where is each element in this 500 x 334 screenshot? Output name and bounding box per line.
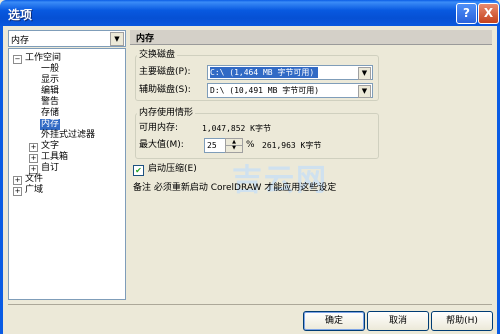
tree-item-general[interactable]: 一般 — [41, 64, 59, 75]
tree-item-plugins[interactable]: 外挂式过滤器 — [41, 130, 95, 141]
tree-item-document[interactable]: 文件 — [25, 174, 43, 185]
percent-sign: % — [246, 140, 255, 150]
expand-icon[interactable]: + — [29, 165, 38, 174]
restart-note: 备注 必须重新启动 CorelDRAW 才能应用这些设定 — [133, 183, 337, 193]
expand-icon[interactable]: + — [29, 143, 38, 152]
chevron-down-icon[interactable]: ▼ — [110, 32, 124, 46]
spin-down-icon[interactable]: ▼ — [226, 145, 242, 151]
cancel-button[interactable]: 取消 — [367, 311, 429, 331]
help-button[interactable]: ? — [456, 3, 477, 24]
primary-disk-select[interactable]: C:\ (1,464 MB 字节可用) ▼ — [207, 65, 373, 80]
tree-item-toolbox[interactable]: 工具箱 — [41, 152, 68, 163]
window-title: 选项 — [8, 8, 33, 22]
tree-item-warnings[interactable]: 警告 — [41, 97, 59, 108]
secondary-disk-label: 辅助磁盘(S): — [139, 85, 191, 95]
tree-item-customize[interactable]: 自订 — [41, 163, 59, 174]
category-dropdown[interactable]: 内存 ▼ — [8, 30, 126, 47]
options-tree[interactable]: − 工作空间 一般 显示 编辑 警告 存储 内存 外挂式过滤器 + 文字 + 工… — [8, 48, 126, 300]
max-memory-bytes: 261,963 K字节 — [262, 141, 322, 150]
ok-button[interactable]: 确定 — [303, 311, 365, 331]
tree-item-workspace[interactable]: 工作空间 — [25, 53, 61, 64]
max-memory-input[interactable]: 25 — [204, 138, 226, 153]
tree-item-text[interactable]: 文字 — [41, 141, 59, 152]
collapse-icon[interactable]: − — [13, 55, 22, 64]
chevron-down-icon[interactable]: ▼ — [358, 85, 371, 98]
close-button[interactable]: X — [478, 3, 499, 24]
secondary-disk-value: D:\ (10,491 MB 字节可用) — [210, 86, 320, 95]
tree-item-memory[interactable]: 内存 — [40, 119, 61, 130]
secondary-disk-select[interactable]: D:\ (10,491 MB 字节可用) ▼ — [207, 83, 373, 98]
primary-disk-value: C:\ (1,464 MB 字节可用) — [210, 67, 319, 78]
help-dialog-button[interactable]: 帮助(H) — [431, 311, 493, 331]
title-bar: 选项 ? X — [0, 0, 500, 26]
memory-usage-group-label: 内存使用情形 — [137, 108, 196, 118]
available-memory-value: 1,047,852 K字节 — [202, 124, 271, 133]
section-title: 内存 — [136, 34, 155, 44]
expand-icon[interactable]: + — [13, 187, 22, 196]
max-memory-value: 25 — [207, 141, 217, 150]
expand-icon[interactable]: + — [13, 176, 22, 185]
max-memory-spinner[interactable]: ▲ ▼ — [225, 138, 243, 153]
primary-disk-label: 主要磁盘(P): — [139, 67, 191, 77]
compress-checkbox[interactable]: ✔ — [133, 165, 144, 176]
tree-item-global[interactable]: 广域 — [25, 185, 43, 196]
tree-item-save[interactable]: 存储 — [41, 108, 59, 119]
compress-label[interactable]: 启动压缩(E) — [148, 164, 197, 175]
max-memory-label: 最大值(M): — [139, 140, 184, 150]
category-dropdown-value: 内存 — [11, 36, 30, 46]
expand-icon[interactable]: + — [29, 154, 38, 163]
chevron-down-icon[interactable]: ▼ — [358, 67, 371, 80]
section-header: 内存 — [130, 30, 492, 45]
swap-disk-group-label: 交换磁盘 — [137, 50, 178, 60]
divider — [8, 304, 492, 305]
available-memory-label: 可用内存: — [139, 123, 179, 133]
tree-item-display[interactable]: 显示 — [41, 75, 59, 86]
memory-usage-group — [135, 113, 379, 159]
tree-item-edit[interactable]: 编辑 — [41, 86, 59, 97]
window-frame-left — [0, 26, 3, 334]
